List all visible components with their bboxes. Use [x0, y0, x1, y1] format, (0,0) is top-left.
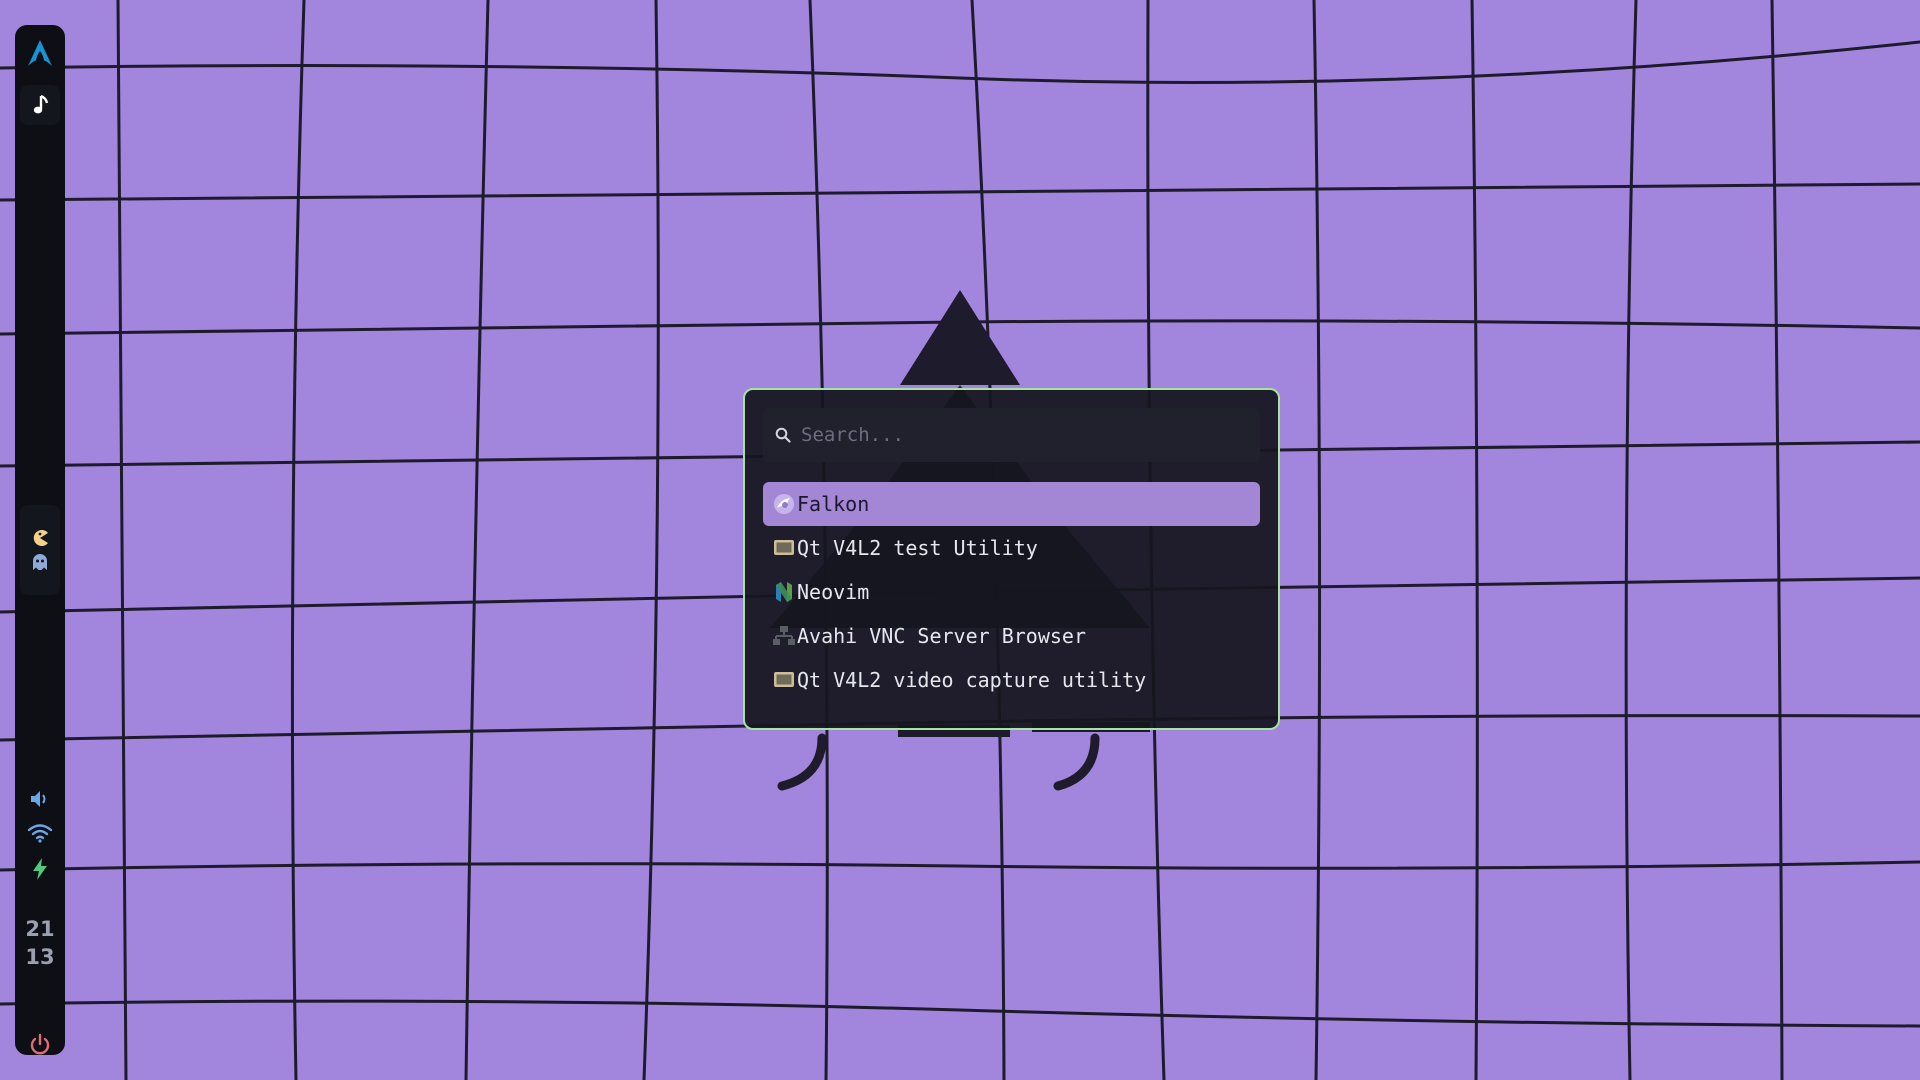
- clock-hour: 21: [25, 917, 55, 941]
- network-icon: [773, 626, 795, 645]
- charging-bolt-icon[interactable]: [31, 857, 49, 881]
- app-launcher: Falkon Qt V4L2 test Utility Neovim: [743, 388, 1280, 730]
- falkon-icon: [774, 494, 794, 514]
- result-item-qt-v4l2-test[interactable]: Qt V4L2 test Utility: [763, 526, 1260, 570]
- sidebar-bar: 21 13: [15, 25, 65, 1055]
- workspace-indicator[interactable]: [20, 505, 60, 595]
- pacman-icon: [33, 530, 48, 546]
- launcher-logo-button[interactable]: [20, 33, 60, 73]
- arch-linux-icon: [28, 40, 52, 66]
- power-icon: [30, 1033, 50, 1055]
- clock-minute: 13: [25, 945, 55, 969]
- search-icon: [775, 427, 791, 443]
- result-label: Qt V4L2 test Utility: [797, 536, 1038, 560]
- wifi-icon[interactable]: [27, 823, 53, 843]
- search-input[interactable]: [799, 423, 1243, 447]
- result-item-neovim[interactable]: Neovim: [763, 570, 1260, 614]
- result-label: Avahi VNC Server Browser: [797, 624, 1086, 648]
- music-note-icon: [33, 94, 49, 114]
- power-button[interactable]: [20, 1020, 60, 1070]
- volume-icon[interactable]: [29, 789, 51, 809]
- result-item-qt-v4l2-capture[interactable]: Qt V4L2 video capture utility: [763, 658, 1260, 702]
- qt-v4l2-icon: [774, 672, 794, 687]
- result-item-falkon[interactable]: Falkon: [763, 482, 1260, 526]
- result-label: Neovim: [797, 580, 870, 604]
- status-group: [20, 765, 60, 905]
- ghost-icon: [33, 554, 47, 570]
- music-button[interactable]: [20, 85, 60, 125]
- search-box[interactable]: [763, 408, 1260, 462]
- neovim-icon: [776, 582, 792, 602]
- result-label: Qt V4L2 video capture utility: [797, 668, 1147, 692]
- qt-v4l2-icon: [774, 540, 794, 555]
- result-item-avahi-vnc[interactable]: Avahi VNC Server Browser: [763, 614, 1260, 658]
- clock: 21 13: [20, 910, 60, 976]
- result-label: Falkon: [797, 492, 870, 516]
- results-list: Falkon Qt V4L2 test Utility Neovim Avahi…: [763, 482, 1260, 702]
